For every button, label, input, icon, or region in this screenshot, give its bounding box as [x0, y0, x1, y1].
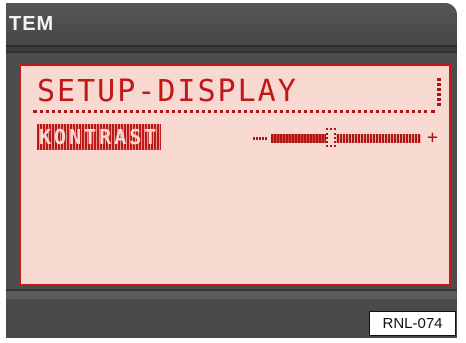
device: TEM SETUP-DISPLAY KONTRAST + RNL-074 — [0, 0, 466, 343]
slider-fill — [271, 134, 331, 143]
slider-track[interactable] — [271, 128, 421, 147]
slider-knob[interactable] — [326, 128, 336, 147]
title-underline — [33, 110, 435, 113]
contrast-setting-label[interactable]: KONTRAST — [37, 124, 162, 150]
lcd-screen: SETUP-DISPLAY KONTRAST + — [19, 64, 451, 286]
scroll-indicator — [437, 78, 441, 106]
bottom-stripe — [6, 291, 457, 299]
screen-title: SETUP-DISPLAY — [37, 74, 298, 109]
contrast-slider[interactable]: + — [253, 127, 443, 151]
reference-code-label: RNL-074 — [369, 311, 456, 336]
bezel-header: TEM — [6, 3, 457, 47]
system-label: TEM — [9, 13, 55, 35]
device-bezel: TEM SETUP-DISPLAY KONTRAST + — [6, 3, 457, 338]
slider-minus-icon — [253, 137, 267, 140]
slider-plus-icon: + — [427, 127, 438, 148]
